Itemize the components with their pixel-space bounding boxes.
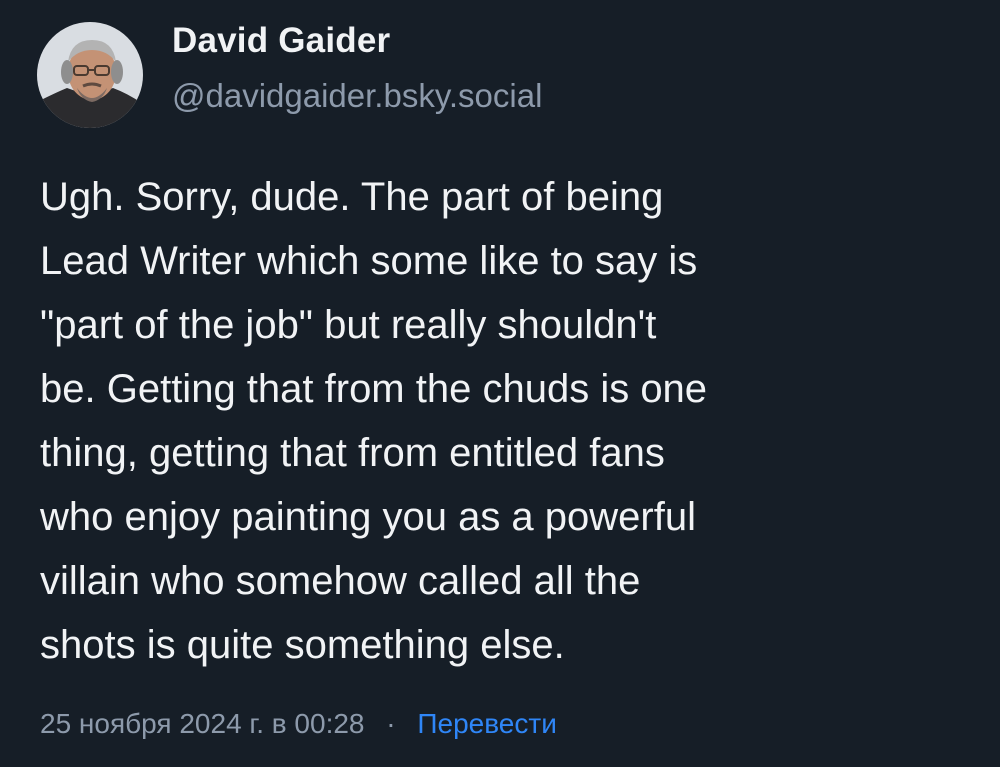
post-meta: 25 ноября 2024 г. в 00:28 · Перевести (40, 704, 557, 744)
post-text: Ugh. Sorry, dude. The part of being Lead… (40, 175, 708, 667)
translate-link[interactable]: Перевести (417, 708, 556, 739)
post-card: David Gaider @davidgaider.bsky.social Ug… (0, 0, 1000, 767)
avatar[interactable] (37, 22, 143, 128)
user-avatar-icon (37, 22, 143, 128)
author-display-name[interactable]: David Gaider (172, 20, 542, 62)
author-handle[interactable]: @davidgaider.bsky.social (172, 76, 542, 116)
post-timestamp[interactable]: 25 ноября 2024 г. в 00:28 (40, 708, 365, 739)
meta-separator: · (386, 708, 396, 739)
author-block: David Gaider @davidgaider.bsky.social (172, 20, 542, 116)
